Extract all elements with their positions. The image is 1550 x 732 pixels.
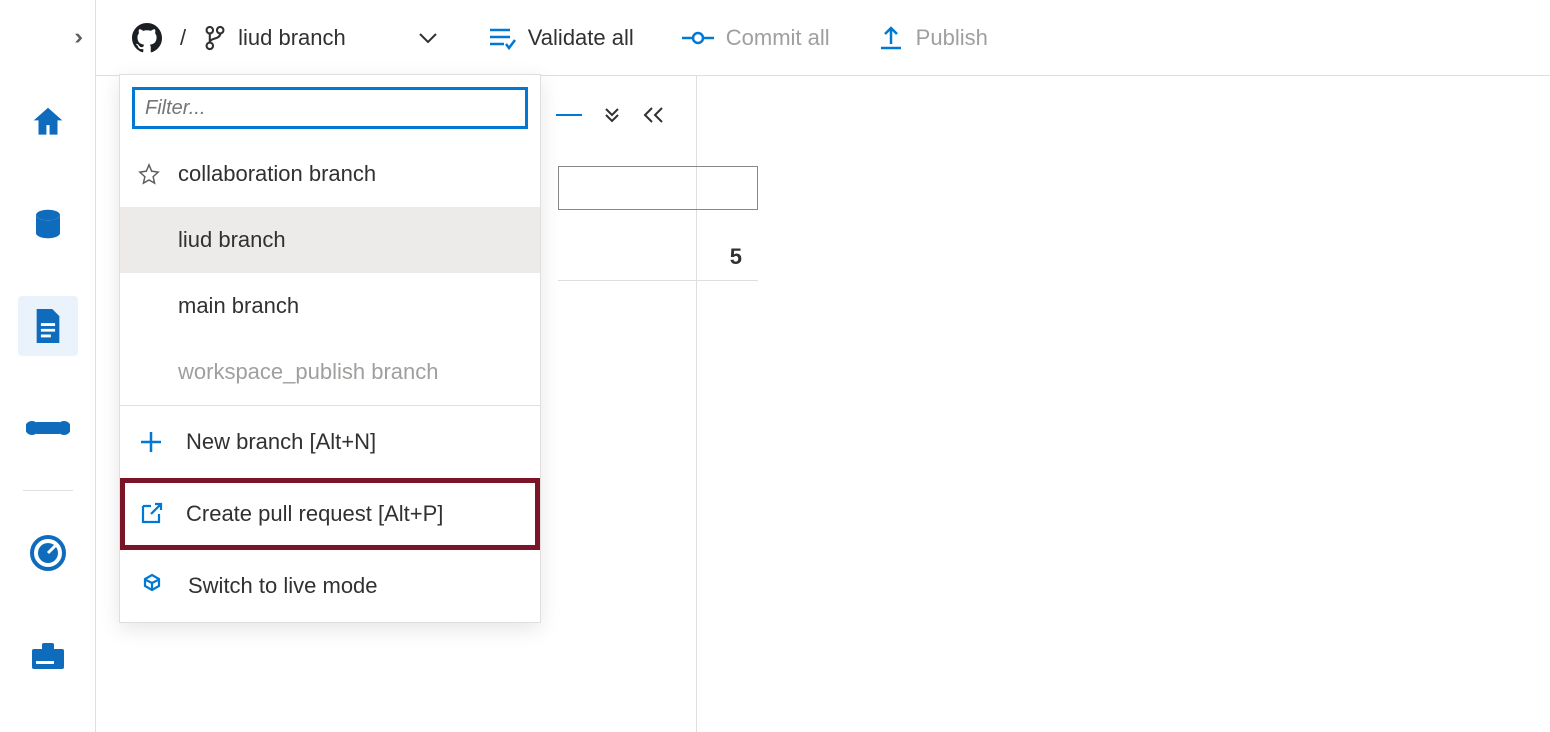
database-icon xyxy=(30,206,66,242)
sidebar-item-manage[interactable] xyxy=(18,625,78,685)
commit-icon xyxy=(682,28,714,48)
gauge-icon xyxy=(28,533,68,573)
sidebar-divider xyxy=(23,490,73,491)
external-link-icon xyxy=(138,501,164,527)
switch-live-mode-action[interactable]: Switch to live mode xyxy=(120,550,540,622)
sidebar-expand-chevron[interactable]: ›› xyxy=(74,24,77,50)
branch-item-label: workspace_publish branch xyxy=(178,359,439,385)
star-icon xyxy=(138,163,160,185)
branch-filter-input[interactable] xyxy=(132,87,528,129)
publish-button[interactable]: Publish xyxy=(878,24,988,52)
plus-icon xyxy=(138,429,164,455)
panel-count: 5 xyxy=(558,244,758,281)
create-pr-label: Create pull request [Alt+P] xyxy=(186,501,443,527)
publish-label: Publish xyxy=(916,25,988,51)
collapse-left-icon[interactable] xyxy=(642,106,666,124)
sidebar-item-develop[interactable] xyxy=(18,296,78,356)
publish-icon xyxy=(878,24,904,52)
validate-all-label: Validate all xyxy=(528,25,634,51)
branch-item-workspace-publish: workspace_publish branch xyxy=(120,339,540,405)
branch-item-label: collaboration branch xyxy=(178,161,376,187)
branch-item-liud[interactable]: liud branch xyxy=(120,207,540,273)
pipeline-icon xyxy=(26,412,70,444)
home-icon xyxy=(29,103,67,141)
top-toolbar: / liud branch Validate all Commit all Pu… xyxy=(96,0,1550,76)
github-icon[interactable] xyxy=(132,23,162,53)
branch-selector[interactable]: liud branch xyxy=(204,25,438,51)
chevron-down-icon xyxy=(418,31,438,45)
validate-all-button[interactable]: Validate all xyxy=(486,25,634,51)
new-branch-action[interactable]: New branch [Alt+N] xyxy=(120,406,540,478)
validate-icon xyxy=(486,25,516,51)
sidebar-item-monitor[interactable] xyxy=(18,523,78,583)
panel-header xyxy=(556,106,666,124)
expand-down-icon[interactable] xyxy=(600,106,624,124)
sidebar-item-home[interactable] xyxy=(18,92,78,152)
tab-indicator xyxy=(556,114,582,116)
switch-live-label: Switch to live mode xyxy=(188,573,378,599)
sidebar-item-data[interactable] xyxy=(18,194,78,254)
branch-item-label: liud branch xyxy=(178,227,286,253)
branch-item-collaboration[interactable]: collaboration branch xyxy=(120,141,540,207)
branch-item-label: main branch xyxy=(178,293,299,319)
sync-icon xyxy=(138,572,166,600)
branch-icon xyxy=(204,25,226,51)
panel-search-box[interactable] xyxy=(558,166,758,210)
sidebar-item-integrate[interactable] xyxy=(18,398,78,458)
create-pull-request-action[interactable]: Create pull request [Alt+P] xyxy=(120,478,540,550)
branch-name: liud branch xyxy=(238,25,346,51)
toolbox-icon xyxy=(28,637,68,673)
document-icon xyxy=(31,306,65,346)
branch-item-main[interactable]: main branch xyxy=(120,273,540,339)
left-sidebar: ›› xyxy=(0,0,96,732)
new-branch-label: New branch [Alt+N] xyxy=(186,429,376,455)
branch-dropdown: collaboration branch liud branch main br… xyxy=(119,74,541,623)
commit-all-label: Commit all xyxy=(726,25,830,51)
commit-all-button[interactable]: Commit all xyxy=(682,25,830,51)
breadcrumb-separator: / xyxy=(180,25,186,51)
